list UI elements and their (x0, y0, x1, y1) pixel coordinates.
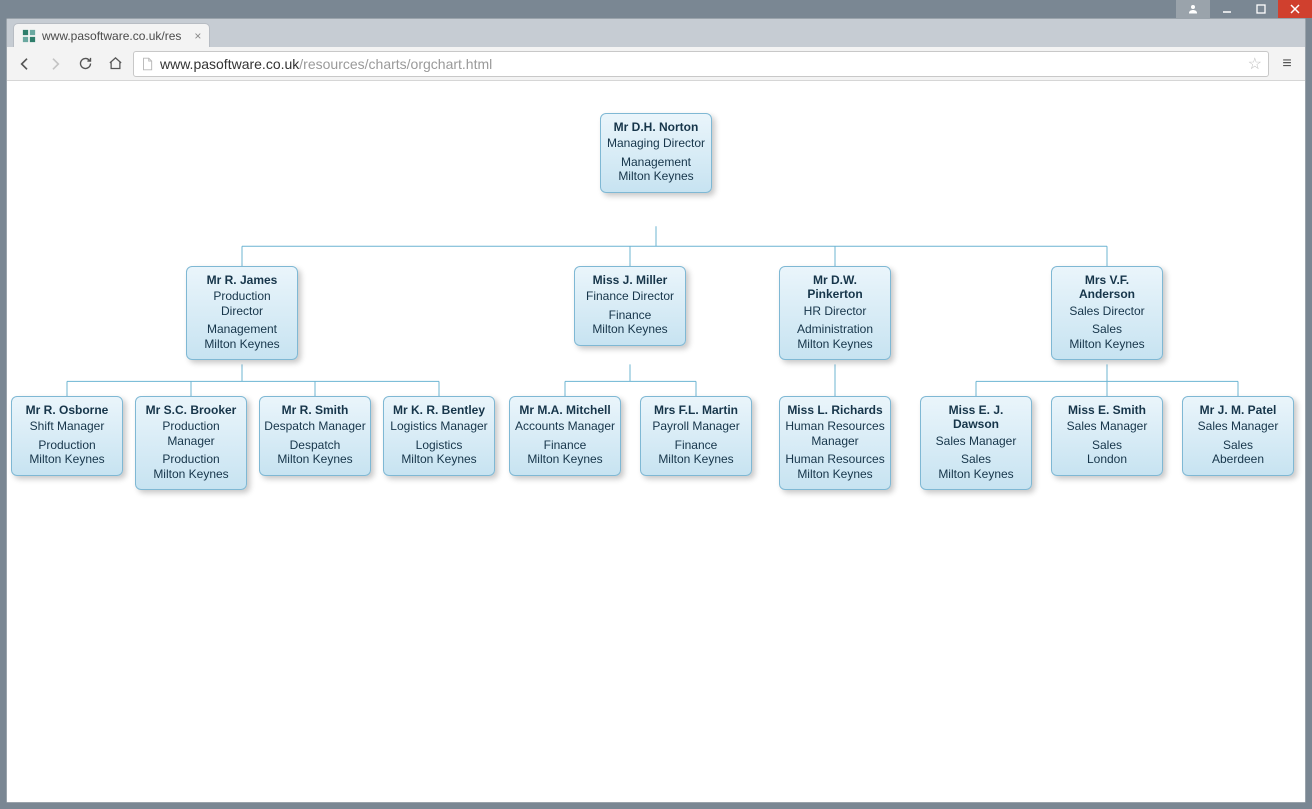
node-title: Accounts Manager (514, 419, 616, 433)
node-dept: Finance (645, 438, 747, 452)
node-loc: Milton Keynes (645, 452, 747, 466)
node-loc: Milton Keynes (140, 467, 242, 481)
node-loc: Aberdeen (1187, 452, 1289, 466)
window-titlebar (0, 0, 1312, 18)
favicon-icon (22, 29, 36, 43)
node-loc: London (1056, 452, 1158, 466)
org-node-hr-director[interactable]: Mr D.W. Pinkerton HR Director Administra… (779, 266, 891, 360)
tab-strip: www.pasoftware.co.uk/res × (7, 19, 1305, 47)
node-loc: Milton Keynes (605, 169, 707, 183)
org-node-leaf[interactable]: Mr R. Osborne Shift Manager Production M… (11, 396, 123, 476)
node-dept: Management (605, 155, 707, 169)
forward-button[interactable] (43, 52, 67, 76)
tab-close-icon[interactable]: × (194, 29, 201, 43)
node-dept: Logistics (388, 438, 490, 452)
org-node-production-director[interactable]: Mr R. James Production Director Manageme… (186, 266, 298, 360)
node-dept: Sales (1056, 322, 1158, 336)
url-host: www.pasoftware.co.uk (160, 56, 299, 72)
node-loc: Milton Keynes (16, 452, 118, 466)
org-node-leaf[interactable]: Mr K. R. Bentley Logistics Manager Logis… (383, 396, 495, 476)
org-node-leaf[interactable]: Mr S.C. Brooker Production Manager Produ… (135, 396, 247, 490)
org-node-leaf[interactable]: Miss E. Smith Sales Manager Sales London (1051, 396, 1163, 476)
node-dept: Human Resources (784, 452, 886, 466)
org-node-leaf[interactable]: Mr M.A. Mitchell Accounts Manager Financ… (509, 396, 621, 476)
node-name: Mr R. Osborne (16, 403, 118, 417)
back-button[interactable] (13, 52, 37, 76)
node-name: Miss J. Miller (579, 273, 681, 287)
node-dept: Sales (1056, 438, 1158, 452)
node-name: Mr R. Smith (264, 403, 366, 417)
org-node-leaf[interactable]: Mrs F.L. Martin Payroll Manager Finance … (640, 396, 752, 476)
node-title: Logistics Manager (388, 419, 490, 433)
node-title: Sales Manager (1056, 419, 1158, 433)
browser-window: www.pasoftware.co.uk/res × www.pasoftwar… (6, 18, 1306, 803)
node-dept: Management (191, 322, 293, 336)
node-title: Shift Manager (16, 419, 118, 433)
org-node-leaf[interactable]: Mr R. Smith Despatch Manager Despatch Mi… (259, 396, 371, 476)
node-dept: Despatch (264, 438, 366, 452)
home-button[interactable] (103, 52, 127, 76)
window-maximize-button[interactable] (1244, 0, 1278, 18)
node-name: Miss E. J. Dawson (925, 403, 1027, 432)
node-title: Sales Director (1056, 304, 1158, 318)
node-loc: Milton Keynes (514, 452, 616, 466)
node-loc: Milton Keynes (191, 337, 293, 351)
node-name: Mrs F.L. Martin (645, 403, 747, 417)
tab-title: www.pasoftware.co.uk/res (42, 29, 181, 43)
node-name: Mr D.W. Pinkerton (784, 273, 886, 302)
page-viewport: Mr D.H. Norton Managing Director Managem… (7, 81, 1305, 802)
node-title: Finance Director (579, 289, 681, 303)
node-name: Mr K. R. Bentley (388, 403, 490, 417)
orgchart-canvas: Mr D.H. Norton Managing Director Managem… (7, 81, 1305, 802)
node-loc: Milton Keynes (784, 337, 886, 351)
node-loc: Milton Keynes (264, 452, 366, 466)
node-dept: Sales (1187, 438, 1289, 452)
node-title: Sales Manager (925, 434, 1027, 448)
browser-toolbar: www.pasoftware.co.uk/resources/charts/or… (7, 47, 1305, 81)
node-name: Mr D.H. Norton (605, 120, 707, 134)
org-node-leaf[interactable]: Miss L. Richards Human Resources Manager… (779, 396, 891, 490)
node-loc: Milton Keynes (1056, 337, 1158, 351)
node-name: Mr M.A. Mitchell (514, 403, 616, 417)
node-loc: Milton Keynes (388, 452, 490, 466)
node-dept: Administration (784, 322, 886, 336)
node-loc: Milton Keynes (579, 322, 681, 336)
node-name: Mr J. M. Patel (1187, 403, 1289, 417)
node-name: Mr R. James (191, 273, 293, 287)
org-node-sales-director[interactable]: Mrs V.F. Anderson Sales Director Sales M… (1051, 266, 1163, 360)
reload-button[interactable] (73, 52, 97, 76)
node-dept: Finance (579, 308, 681, 322)
node-dept: Production (140, 452, 242, 466)
node-name: Miss L. Richards (784, 403, 886, 417)
page-icon (140, 57, 154, 71)
node-loc: Milton Keynes (925, 467, 1027, 481)
node-title: Managing Director (605, 136, 707, 150)
node-title: Production Director (191, 289, 293, 318)
node-dept: Finance (514, 438, 616, 452)
node-title: Human Resources Manager (784, 419, 886, 448)
window-minimize-button[interactable] (1210, 0, 1244, 18)
node-dept: Production (16, 438, 118, 452)
org-node-root[interactable]: Mr D.H. Norton Managing Director Managem… (600, 113, 712, 193)
org-node-leaf[interactable]: Mr J. M. Patel Sales Manager Sales Aberd… (1182, 396, 1294, 476)
browser-tab[interactable]: www.pasoftware.co.uk/res × (13, 23, 210, 47)
node-name: Mr S.C. Brooker (140, 403, 242, 417)
node-name: Mrs V.F. Anderson (1056, 273, 1158, 302)
org-node-finance-director[interactable]: Miss J. Miller Finance Director Finance … (574, 266, 686, 346)
node-name: Miss E. Smith (1056, 403, 1158, 417)
node-loc: Milton Keynes (784, 467, 886, 481)
node-title: Sales Manager (1187, 419, 1289, 433)
node-title: Despatch Manager (264, 419, 366, 433)
url-path: /resources/charts/orgchart.html (299, 56, 492, 72)
window-close-button[interactable] (1278, 0, 1312, 18)
browser-menu-button[interactable]: ≡ (1275, 52, 1299, 76)
address-bar[interactable]: www.pasoftware.co.uk/resources/charts/or… (133, 51, 1269, 77)
user-icon[interactable] (1176, 0, 1210, 18)
org-node-leaf[interactable]: Miss E. J. Dawson Sales Manager Sales Mi… (920, 396, 1032, 490)
node-title: Production Manager (140, 419, 242, 448)
node-dept: Sales (925, 452, 1027, 466)
node-title: Payroll Manager (645, 419, 747, 433)
bookmark-star-icon[interactable]: ☆ (1248, 54, 1262, 74)
node-title: HR Director (784, 304, 886, 318)
